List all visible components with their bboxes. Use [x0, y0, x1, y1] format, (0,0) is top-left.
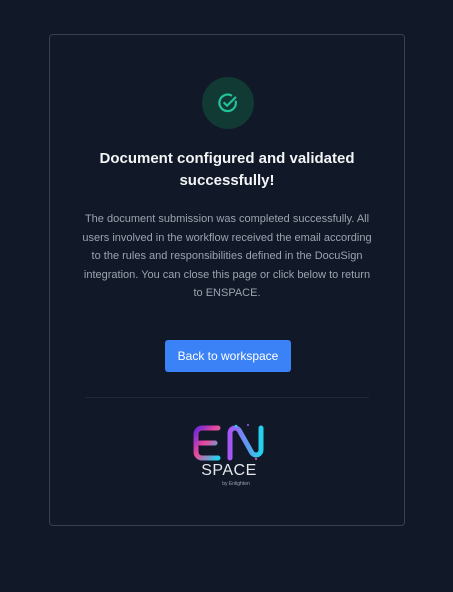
logo-wordmark: SPACE — [201, 462, 257, 479]
success-message: The document submission was completed su… — [82, 213, 372, 299]
success-card: Document configured and validated succes… — [49, 34, 405, 526]
enspace-logo: SPACE by Enlighten — [193, 424, 264, 487]
logo-tagline: by Enlighten — [222, 481, 250, 487]
back-to-workspace-button[interactable]: Back to workspace — [165, 340, 291, 372]
divider — [85, 397, 369, 398]
success-check-icon — [202, 77, 254, 129]
page-title: Document configured and validated succes… — [99, 150, 355, 189]
